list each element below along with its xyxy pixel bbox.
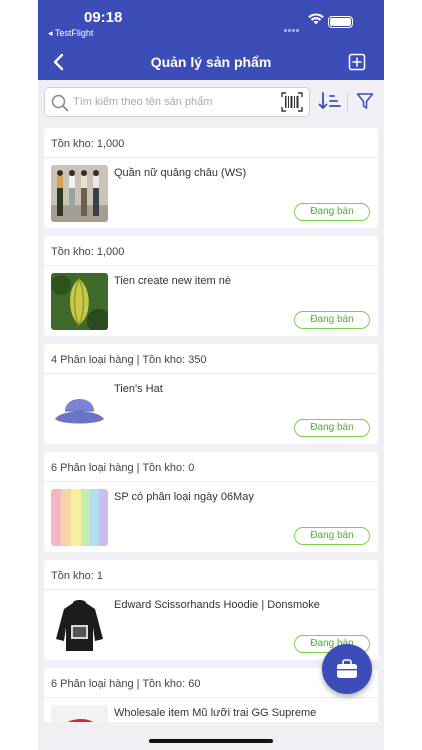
back-to-testflight[interactable]: ◂ TestFlight xyxy=(48,28,93,39)
product-name: Edward Scissorhands Hoodie | Donsmoke xyxy=(114,599,320,611)
status-badge[interactable]: Đang bán xyxy=(294,419,370,437)
product-name: Wholesale item Mũ lưỡi trai GG Supreme xyxy=(114,707,317,719)
briefcase-icon xyxy=(337,659,357,678)
status-badge[interactable]: Đang bán xyxy=(294,203,370,221)
product-card[interactable]: Tồn kho: 1,000 Quần nữ quảng châu (WS) Đ… xyxy=(44,128,378,228)
wifi-icon xyxy=(308,13,324,25)
product-name: Tien's Hat xyxy=(114,383,163,395)
page-title: Quản lý sản phẩm xyxy=(150,54,272,70)
status-bar: 09:18 ◂ TestFlight xyxy=(38,0,384,44)
product-name: Quần nữ quảng châu (WS) xyxy=(114,167,247,179)
search-input[interactable] xyxy=(73,88,273,116)
nav-bar: Quản lý sản phẩm xyxy=(38,44,384,80)
search-box[interactable] xyxy=(44,87,310,117)
app-screen: 09:18 ◂ TestFlight Quản lý sản phẩm Tìm … xyxy=(38,0,384,750)
barcode-scan-icon[interactable] xyxy=(281,92,303,112)
product-card[interactable]: Tồn kho: 1,000 Tien create new item nè Đ… xyxy=(44,236,378,336)
product-thumbnail xyxy=(51,597,108,654)
search-icon xyxy=(51,94,69,112)
product-thumbnail xyxy=(51,273,108,330)
battery-icon xyxy=(328,16,353,28)
product-thumbnail xyxy=(51,165,108,222)
search-toolbar xyxy=(38,80,384,124)
stock-info: Tồn kho: 1,000 xyxy=(44,236,378,266)
product-list: Tồn kho: 1,000 Quần nữ quảng châu (WS) Đ… xyxy=(38,124,384,724)
product-thumbnail xyxy=(51,381,108,438)
stock-info: Tồn kho: 1,000 xyxy=(44,128,378,158)
filter-icon[interactable] xyxy=(356,92,374,110)
product-name: Tien create new item nè xyxy=(114,275,231,287)
stock-info: 4 Phân loại hàng | Tồn kho: 350 xyxy=(44,344,378,374)
bottom-safe-area xyxy=(38,722,384,750)
floating-action-button[interactable] xyxy=(322,644,372,694)
status-badge[interactable]: Đang bán xyxy=(294,311,370,329)
stock-info: Tồn kho: 1 xyxy=(44,560,378,590)
stock-info: 6 Phân loại hàng | Tồn kho: 0 xyxy=(44,452,378,482)
sort-icon[interactable] xyxy=(318,91,342,111)
status-badge[interactable]: Đang bán xyxy=(294,527,370,545)
signal-icon xyxy=(284,19,304,32)
product-card[interactable]: Tồn kho: 1 Edward Scissorhands Hoodie | … xyxy=(44,560,378,660)
add-square-icon[interactable] xyxy=(348,53,366,71)
product-card[interactable]: 6 Phân loại hàng | Tồn kho: 0 SP có phân… xyxy=(44,452,378,552)
product-name: SP có phân loại ngày 06May xyxy=(114,491,254,503)
product-thumbnail xyxy=(51,489,108,546)
status-time: 09:18 xyxy=(84,9,123,26)
home-indicator xyxy=(149,739,273,743)
product-card[interactable]: 4 Phân loại hàng | Tồn kho: 350 Tien's H… xyxy=(44,344,378,444)
toolbar-divider xyxy=(347,92,348,112)
